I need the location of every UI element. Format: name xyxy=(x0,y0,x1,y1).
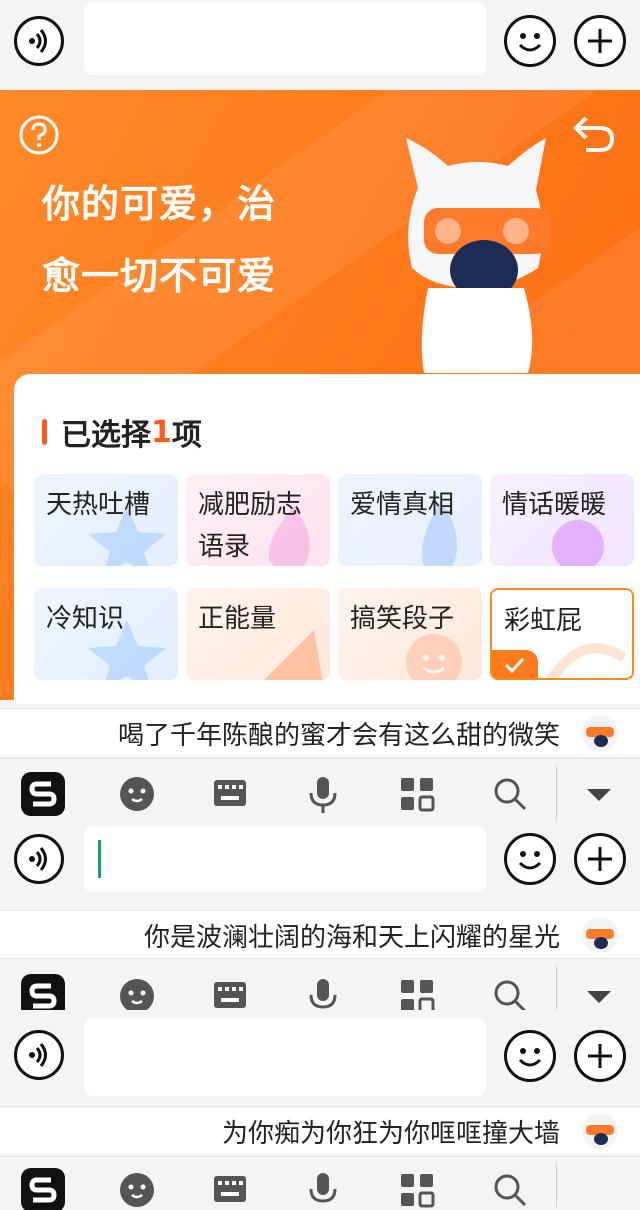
tile-label: 冷知识 xyxy=(46,604,125,634)
help-icon[interactable] xyxy=(18,114,60,156)
suggestion-text[interactable]: 喝了千年陈酿的蜜才会有这么甜的微笑 xyxy=(118,715,560,752)
message-input[interactable] xyxy=(84,826,486,892)
apps-grid-icon[interactable] xyxy=(392,769,442,819)
emoji-icon[interactable] xyxy=(504,833,556,885)
message-input[interactable] xyxy=(84,1018,486,1096)
slogan-line-2: 愈一切不可爱 xyxy=(42,254,277,298)
suggestion-strip-3[interactable]: 为你痴为你狂为你哐哐撞大墙 xyxy=(0,1106,640,1154)
toolbar-divider xyxy=(556,765,557,821)
mic-icon[interactable] xyxy=(298,971,348,1010)
tile-gaoxiao-duanzi[interactable]: 搞笑段子 xyxy=(338,588,482,680)
keyboard-icon[interactable] xyxy=(205,971,255,1010)
voice-icon[interactable] xyxy=(14,834,64,884)
keyboard-icon[interactable] xyxy=(205,769,255,819)
sticker-icon[interactable] xyxy=(112,1165,162,1210)
tile-jianfei-lizhi[interactable]: 减肥励志语录 xyxy=(186,474,330,566)
slogan: 你的可爱，治 愈一切不可爱 xyxy=(42,168,372,312)
checkmark-icon xyxy=(492,650,538,678)
tile-label: 爱情真相 xyxy=(350,490,455,520)
plus-icon[interactable] xyxy=(574,1030,626,1082)
collapse-down-icon[interactable] xyxy=(574,769,624,819)
screen: 你的可爱，治 愈一切不可爱 已选择 1 项 天热吐槽 减肥励志语录 爱情真相 情… xyxy=(0,0,640,1210)
emoji-icon[interactable] xyxy=(504,1030,556,1082)
tile-label: 彩虹屁 xyxy=(504,606,583,636)
chat-input-bar-3 xyxy=(0,1010,640,1106)
sticker-icon[interactable] xyxy=(112,971,162,1010)
tile-tianre-tucao[interactable]: 天热吐槽 xyxy=(34,474,178,566)
title-suffix: 项 xyxy=(171,418,202,453)
mascot-avatar-icon xyxy=(582,917,618,953)
sogou-logo-icon[interactable] xyxy=(18,971,68,1010)
title-prefix: 已选择 xyxy=(61,418,151,453)
keyboard-toolbar-1 xyxy=(0,758,640,830)
search-icon[interactable] xyxy=(485,769,535,819)
voice-icon[interactable] xyxy=(14,16,64,66)
back-icon[interactable] xyxy=(568,114,618,158)
suggestion-text[interactable]: 为你痴为你狂为你哐哐撞大墙 xyxy=(222,1113,560,1150)
tile-zheng-nengliang[interactable]: 正能量 xyxy=(186,588,330,680)
slogan-line-1: 你的可爱，治 xyxy=(42,182,277,226)
mic-icon[interactable] xyxy=(298,1165,348,1210)
keyboard-icon[interactable] xyxy=(205,1165,255,1210)
tile-label: 正能量 xyxy=(198,604,277,634)
plus-icon[interactable] xyxy=(574,15,626,67)
mascot-avatar-icon xyxy=(582,1113,618,1149)
keyboard-toolbar-2 xyxy=(0,958,640,1010)
keyboard-toolbar-3 xyxy=(0,1156,640,1210)
tile-label: 搞笑段子 xyxy=(350,604,455,634)
selection-title: 已选择 1 项 xyxy=(42,410,202,454)
mascot-avatar-icon xyxy=(582,715,618,751)
tile-caihongpi[interactable]: 彩虹屁 xyxy=(490,588,634,680)
sogou-logo-icon[interactable] xyxy=(18,1165,68,1210)
chat-input-bar-1 xyxy=(0,0,640,90)
message-input[interactable] xyxy=(84,3,486,75)
suggestion-text[interactable]: 你是波澜壮阔的海和天上闪耀的星光 xyxy=(144,917,560,954)
toolbar-divider xyxy=(556,965,557,1010)
voice-icon[interactable] xyxy=(14,1030,64,1080)
tile-label: 情话暖暖 xyxy=(502,490,607,520)
apps-grid-icon[interactable] xyxy=(392,1165,442,1210)
mic-icon[interactable] xyxy=(298,769,348,819)
mascot-illustration xyxy=(406,138,550,373)
tile-leng-zhishi[interactable]: 冷知识 xyxy=(34,588,178,680)
collapse-down-icon[interactable] xyxy=(574,971,624,1010)
suggestion-strip-1[interactable]: 喝了千年陈酿的蜜才会有这么甜的微笑 xyxy=(0,708,640,756)
sogou-logo-icon[interactable] xyxy=(18,769,68,819)
tile-qinghua-nuannuan[interactable]: 情话暖暖 xyxy=(490,474,634,566)
title-accent-bar xyxy=(42,419,47,445)
search-icon[interactable] xyxy=(485,1165,535,1210)
toolbar-divider xyxy=(556,1163,557,1207)
search-icon[interactable] xyxy=(485,971,535,1010)
emoji-icon[interactable] xyxy=(504,15,556,67)
suggestion-strip-2[interactable]: 你是波澜壮阔的海和天上闪耀的星光 xyxy=(0,910,640,958)
sticker-icon[interactable] xyxy=(112,769,162,819)
selection-card: 已选择 1 项 天热吐槽 减肥励志语录 爱情真相 情话暖暖 冷知识 正能量 搞笑… xyxy=(14,374,640,704)
tile-aiqing-zhenxiang[interactable]: 爱情真相 xyxy=(338,474,482,566)
text-caret xyxy=(98,840,101,878)
selected-count: 1 xyxy=(151,414,172,450)
plus-icon[interactable] xyxy=(574,833,626,885)
chat-input-bar-2 xyxy=(0,826,640,910)
tile-label: 天热吐槽 xyxy=(46,490,151,520)
apps-grid-icon[interactable] xyxy=(392,971,442,1010)
